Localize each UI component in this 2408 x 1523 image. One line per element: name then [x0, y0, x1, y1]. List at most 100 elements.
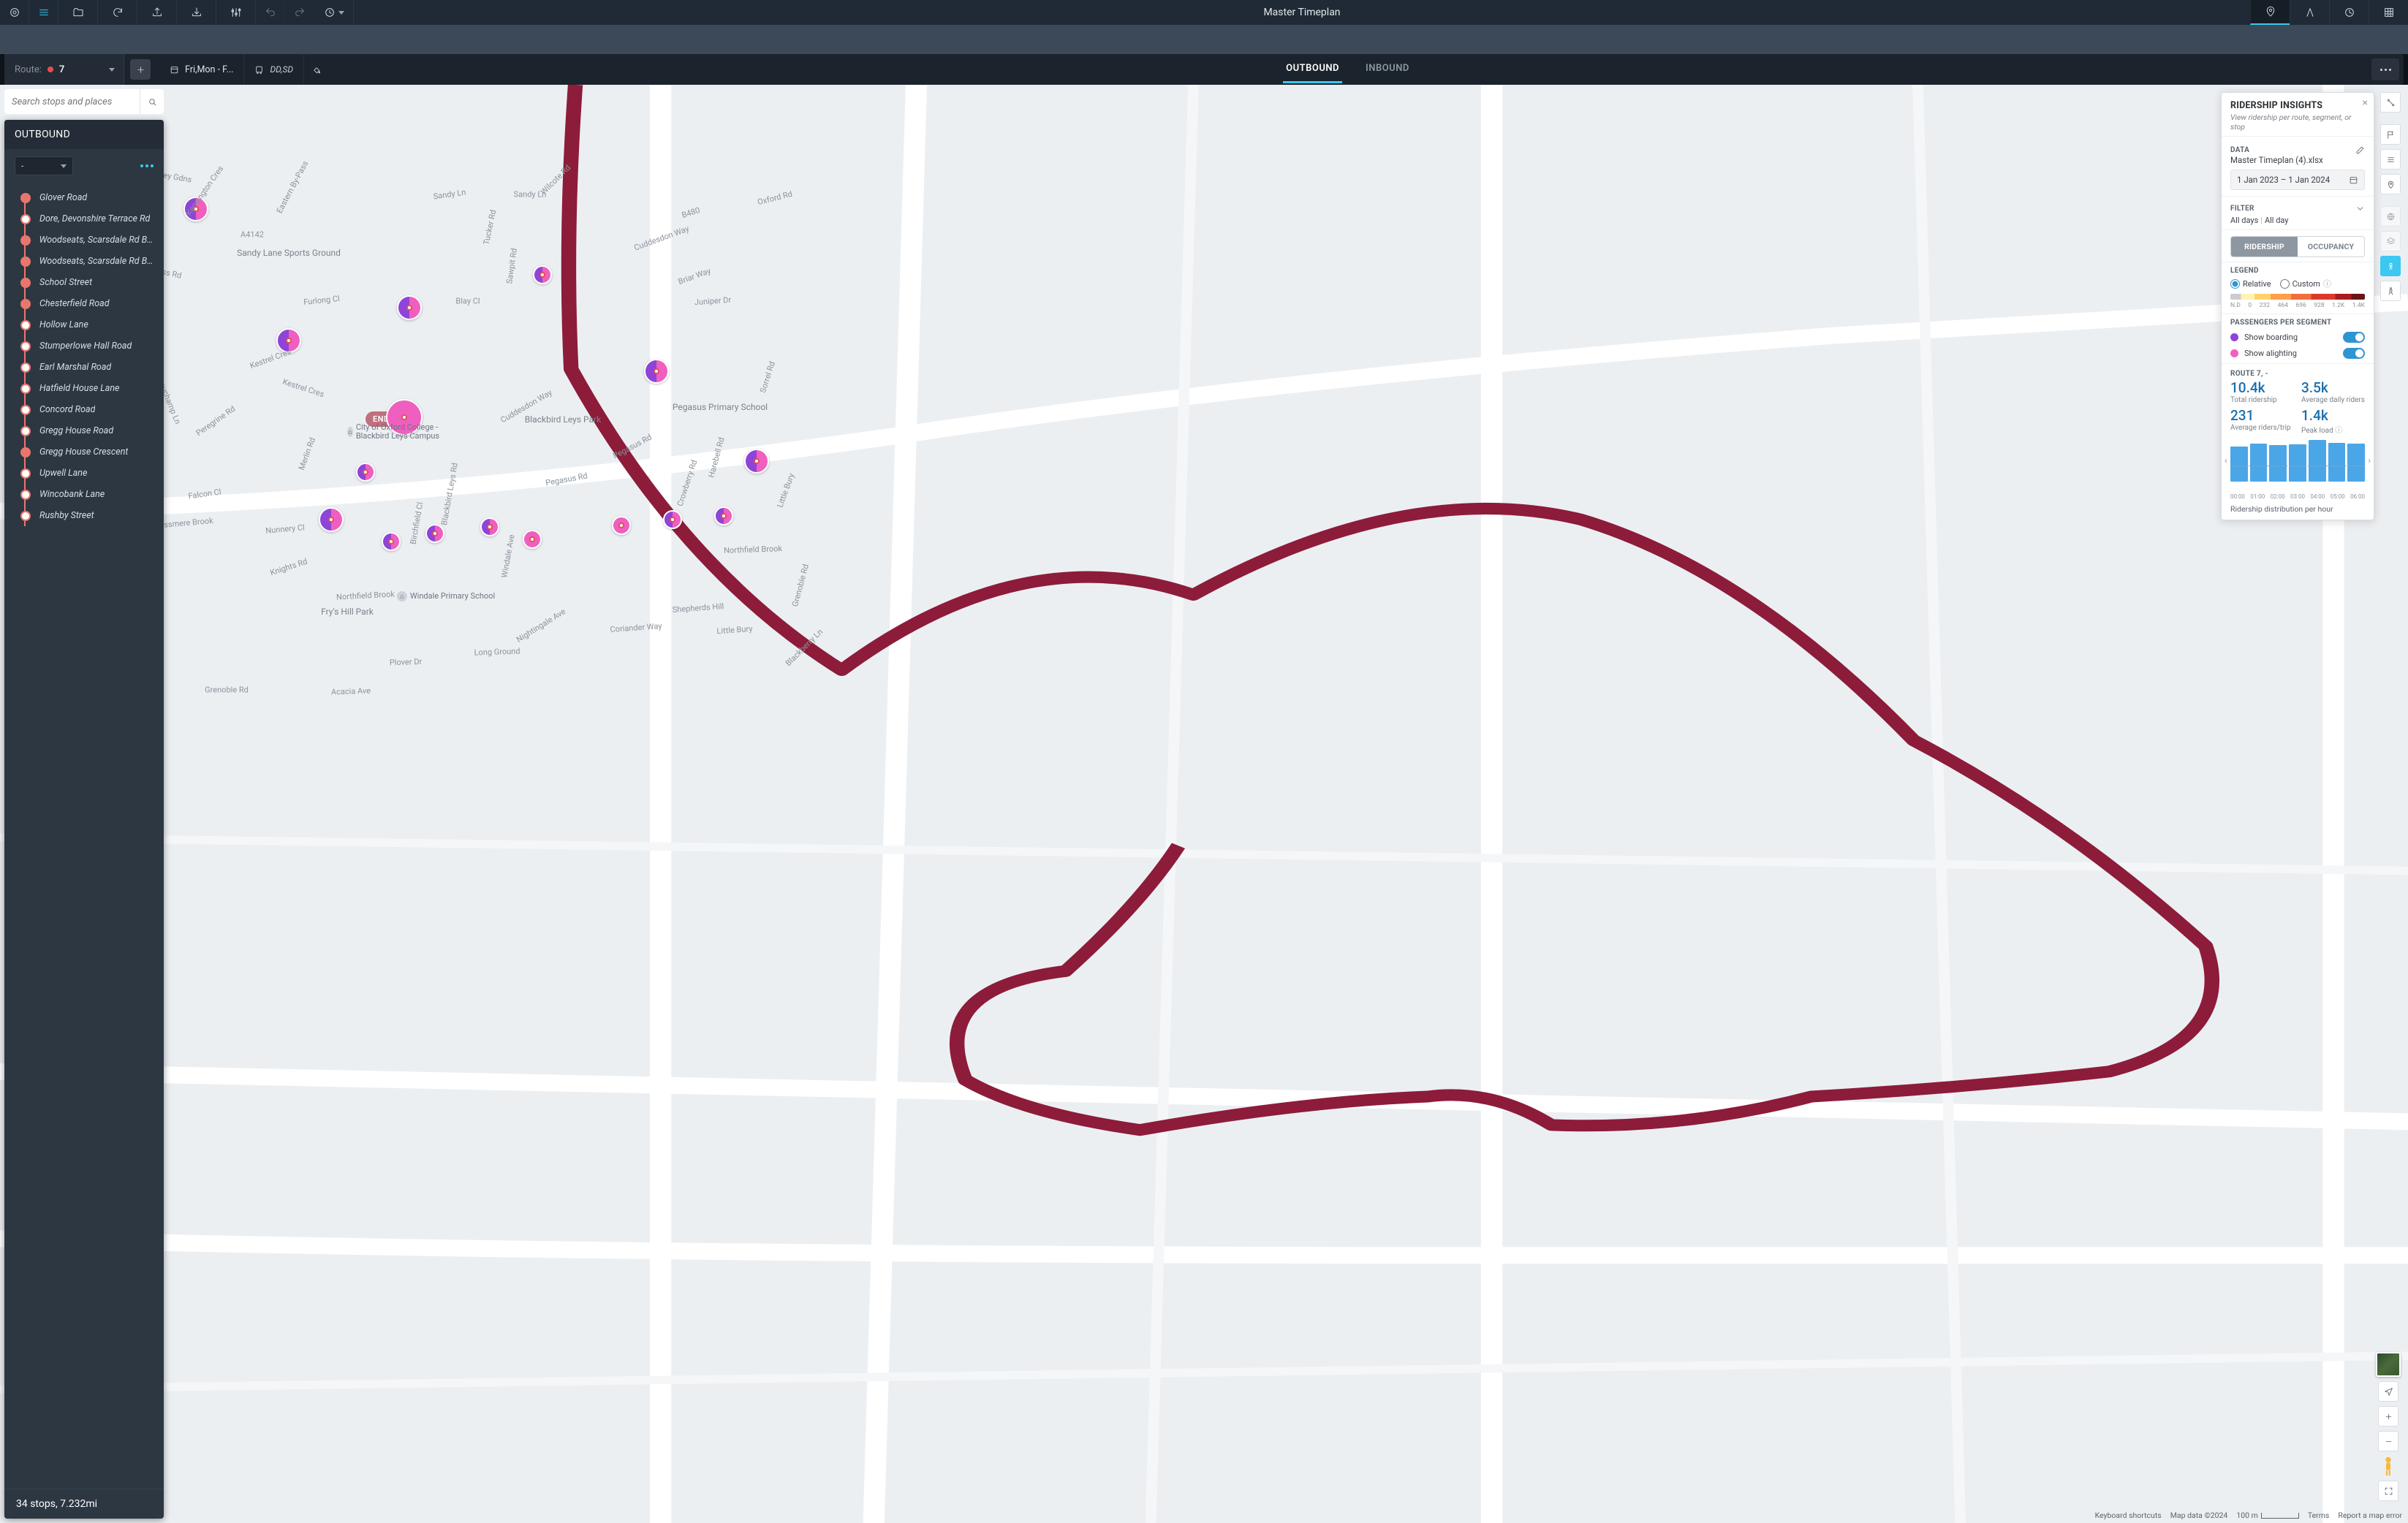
stop-name: Rushby Street — [39, 510, 94, 521]
open-folder-button[interactable] — [58, 0, 98, 25]
stop-name: Dore, Devonshire Terrace Rd — [39, 213, 150, 224]
metric-toggle: RIDERSHIP OCCUPANCY — [2230, 236, 2365, 257]
days-chip[interactable]: Fri,Mon - F... — [159, 54, 244, 85]
stop-row[interactable]: Hatfield House Lane — [4, 378, 164, 399]
satellite-toggle[interactable] — [2376, 1352, 2401, 1377]
panel-close-button[interactable]: × — [2363, 97, 2368, 109]
map-tools-bottom — [2376, 1352, 2401, 1501]
hist-bar — [2328, 443, 2346, 482]
stop-row[interactable]: Chesterfield Road — [4, 293, 164, 314]
stop-row[interactable]: Woodseats, Scarsdale Rd Btm — [4, 229, 164, 251]
undo-button[interactable] — [256, 0, 285, 25]
menu-icon[interactable] — [29, 0, 58, 25]
accessibility-tool[interactable] — [2380, 281, 2401, 301]
show-boarding-row: Show boarding — [2230, 332, 2365, 343]
ridership-tool[interactable] — [2380, 256, 2401, 276]
view-grid-tab[interactable] — [2369, 0, 2408, 25]
stop-row[interactable]: Woodseats, Scarsdale Rd Btm — [4, 251, 164, 272]
paint-bucket-icon — [311, 65, 321, 75]
paint-chip[interactable] — [304, 54, 328, 85]
date-range-value: 1 Jan 2023 – 1 Jan 2024 — [2237, 175, 2330, 185]
stops-sidebar: OUTBOUND - Glover RoadDore, Devonshire T… — [4, 120, 164, 1519]
search-button[interactable] — [140, 89, 164, 114]
stops-list[interactable]: Glover Road Dore, Devonshire Terrace Rd Wo… — [4, 183, 164, 1489]
app-logo-icon[interactable] — [0, 0, 29, 25]
redo-button[interactable] — [285, 0, 314, 25]
toolbar-more-button[interactable] — [2371, 58, 2399, 80]
map-tools-right — [2380, 92, 2401, 301]
show-alighting-toggle[interactable] — [2343, 348, 2365, 359]
stop-row[interactable]: Gregg House Road — [4, 420, 164, 441]
map-canvas[interactable]: END Kensington CresEastern By-PassA4142S… — [0, 85, 2408, 1523]
search-row — [4, 89, 164, 114]
stop-dot — [20, 490, 31, 500]
edit-data-button[interactable] — [2355, 145, 2365, 155]
terms-link[interactable]: Terms — [2308, 1511, 2330, 1520]
stop-row[interactable]: Dore, Devonshire Terrace Rd — [4, 208, 164, 229]
stop-row[interactable]: School Street — [4, 272, 164, 293]
stat-cell: 10.4kTotal ridership — [2230, 381, 2294, 404]
add-route-button[interactable] — [130, 59, 151, 80]
zoom-in-button[interactable] — [2378, 1406, 2398, 1427]
keyboard-shortcuts-link[interactable]: Keyboard shortcuts — [2095, 1511, 2162, 1520]
expand-tool[interactable] — [2380, 92, 2401, 113]
stop-name: Chesterfield Road — [39, 298, 110, 309]
direction-select[interactable]: - — [15, 156, 73, 175]
history-button[interactable] — [314, 0, 354, 25]
globe-tool[interactable] — [2380, 206, 2401, 227]
hist-prev-button[interactable]: ‹ — [2225, 455, 2227, 466]
stop-row[interactable]: Hollow Lane — [4, 314, 164, 335]
route-selector[interactable]: Route: 7 — [4, 54, 124, 85]
tab-outbound[interactable]: OUTBOUND — [1283, 56, 1342, 83]
pegman-icon[interactable] — [2382, 1456, 2395, 1476]
search-icon — [148, 97, 157, 107]
show-alighting-label: Show alighting — [2244, 349, 2297, 358]
show-boarding-toggle[interactable] — [2343, 332, 2365, 343]
calendar-icon — [2349, 175, 2358, 185]
bus-icon — [254, 65, 264, 75]
stop-row[interactable]: Upwell Lane — [4, 463, 164, 484]
tab-occupancy[interactable]: OCCUPANCY — [2298, 237, 2364, 257]
stop-row[interactable]: Earl Marshal Road — [4, 357, 164, 378]
stop-row[interactable]: Concord Road — [4, 399, 164, 420]
refresh-button[interactable] — [98, 0, 137, 25]
legend-custom-radio[interactable]: Custom ⓘ — [2280, 278, 2331, 289]
view-schedule-tab[interactable] — [2329, 0, 2369, 25]
stop-row[interactable]: Glover Road — [4, 187, 164, 208]
legend-relative-radio[interactable]: Relative — [2230, 279, 2271, 289]
filter-summary: All days|All day — [2230, 216, 2365, 225]
sidebar-more-button[interactable] — [140, 164, 154, 167]
hist-caption: Ridership distribution per hour — [2230, 504, 2365, 514]
stat-label: Average riders/trip — [2230, 424, 2294, 432]
report-error-link[interactable]: Report a map error — [2338, 1511, 2402, 1520]
legend-section-label: LEGEND — [2230, 267, 2365, 275]
filter-section-label: FILTER — [2230, 205, 2254, 213]
import-button[interactable] — [177, 0, 216, 25]
stop-row[interactable]: Stumperlowe Hall Road — [4, 335, 164, 357]
stat-cell: 231Average riders/trip — [2230, 409, 2294, 435]
zoom-out-button[interactable] — [2378, 1431, 2398, 1451]
route-overlay — [0, 85, 2408, 1523]
pin-tool[interactable] — [2380, 174, 2401, 194]
stop-row[interactable]: Gregg House Crescent — [4, 441, 164, 463]
list-tool[interactable] — [2380, 149, 2401, 170]
tab-inbound[interactable]: INBOUND — [1363, 56, 1412, 83]
hist-next-button[interactable]: › — [2368, 455, 2371, 466]
flag-tool[interactable] — [2380, 124, 2401, 145]
main-body: OUTBOUND - Glover RoadDore, Devonshire T… — [0, 85, 2408, 1523]
stop-row[interactable]: Wincobank Lane — [4, 484, 164, 505]
export-button[interactable] — [137, 0, 177, 25]
settings-sliders-button[interactable] — [216, 0, 256, 25]
layers-tool[interactable] — [2380, 231, 2401, 251]
filter-expand-button[interactable] — [2355, 204, 2365, 213]
route-color-dot — [48, 67, 53, 72]
locate-button[interactable] — [2378, 1381, 2398, 1402]
date-range-picker[interactable]: 1 Jan 2023 – 1 Jan 2024 — [2230, 170, 2365, 190]
search-input[interactable] — [4, 90, 140, 114]
view-route-tab[interactable] — [2290, 0, 2329, 25]
stop-row[interactable]: Rushby Street — [4, 505, 164, 526]
fullscreen-button[interactable] — [2378, 1481, 2398, 1501]
view-map-tab[interactable] — [2250, 0, 2290, 25]
tab-ridership[interactable]: RIDERSHIP — [2231, 237, 2298, 257]
vehicle-chip[interactable]: DD,SD — [244, 54, 304, 85]
